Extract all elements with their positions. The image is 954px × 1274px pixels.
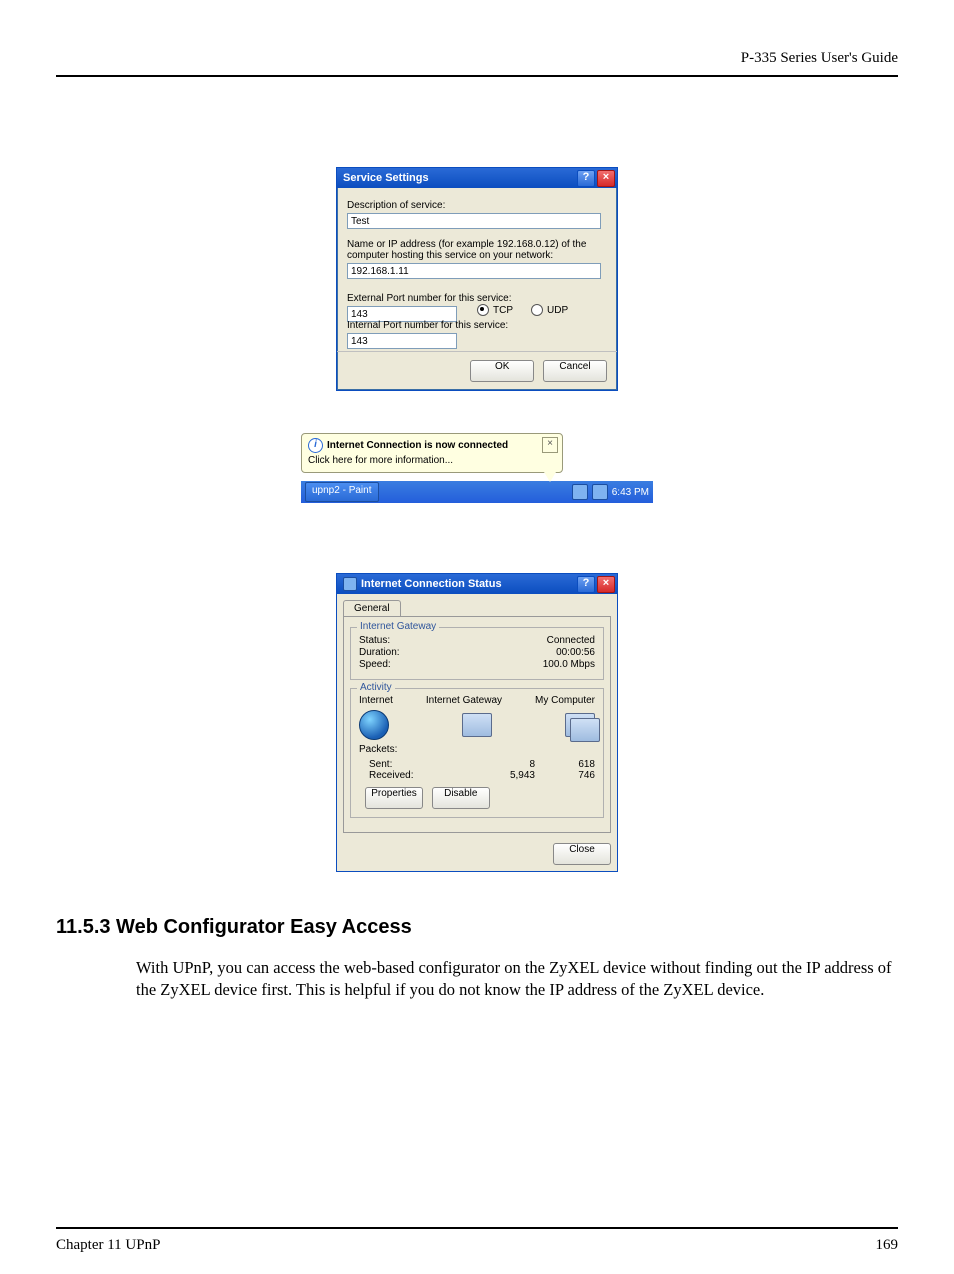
properties-button[interactable]: Properties <box>365 787 423 809</box>
internal-port-label: Internal Port number for this service: <box>347 320 607 331</box>
service-settings-dialog: Service Settings ? × Description of serv… <box>336 167 618 391</box>
system-tray: 6:43 PM <box>572 484 649 500</box>
received-gateway: 5,943 <box>475 770 535 781</box>
gateway-pc-icon <box>462 713 492 737</box>
status-key: Status: <box>359 635 390 646</box>
tray-network-icon[interactable] <box>572 484 588 500</box>
address-label: Name or IP address (for example 192.168.… <box>347 239 607 261</box>
balloon-body: Click here for more information... <box>308 455 556 466</box>
info-icon: i <box>308 438 323 453</box>
connection-status-figure: Internet Connection Status ? × General I… <box>56 573 898 872</box>
taskbar: upnp2 - Paint 6:43 PM <box>301 481 653 503</box>
globe-icon <box>359 710 389 740</box>
general-panel: Internet Gateway Status: Connected Durati… <box>343 616 611 833</box>
udp-radio[interactable] <box>531 304 543 316</box>
internal-port-input[interactable] <box>347 333 457 349</box>
footer-page-number: 169 <box>876 1237 899 1254</box>
sent-gateway: 8 <box>475 759 535 770</box>
dialog-title: Internet Connection Status <box>361 574 502 594</box>
sent-key: Sent: <box>359 759 475 770</box>
connection-status-titlebar: Internet Connection Status ? × <box>337 574 617 594</box>
taskbar-app-button[interactable]: upnp2 - Paint <box>305 482 379 502</box>
gateway-legend: Internet Gateway <box>357 621 439 632</box>
activity-group: Activity Internet Internet Gateway My Co… <box>350 688 604 818</box>
status-value: Connected <box>547 635 595 646</box>
col-mycomputer: My Computer <box>535 695 595 706</box>
duration-value: 00:00:56 <box>556 647 595 658</box>
col-internet: Internet <box>359 695 393 706</box>
udp-label: UDP <box>547 305 568 316</box>
network-icon <box>343 577 357 591</box>
close-icon[interactable]: × <box>597 170 615 187</box>
tray-notification-figure: i Internet Connection is now connected C… <box>56 433 898 503</box>
duration-key: Duration: <box>359 647 400 658</box>
footer-chapter: Chapter 11 UPnP <box>56 1237 160 1254</box>
activity-legend: Activity <box>357 682 395 693</box>
disable-button[interactable]: Disable <box>432 787 490 809</box>
help-icon[interactable]: ? <box>577 170 595 187</box>
description-label: Description of service: <box>347 200 607 211</box>
service-settings-figure: Service Settings ? × Description of serv… <box>56 167 898 391</box>
speed-key: Speed: <box>359 659 391 670</box>
tab-general[interactable]: General <box>343 600 401 616</box>
document-header: P-335 Series User's Guide <box>56 50 898 77</box>
document-footer: Chapter 11 UPnP 169 <box>56 1227 898 1254</box>
balloon-close-icon[interactable]: × <box>542 437 558 453</box>
tcp-label: TCP <box>493 305 513 316</box>
received-key: Received: <box>359 770 475 781</box>
close-button[interactable]: Close <box>553 843 611 865</box>
balloon-title: Internet Connection is now connected <box>327 440 508 451</box>
gateway-group: Internet Gateway Status:Connected Durati… <box>350 627 604 680</box>
col-gateway: Internet Gateway <box>426 695 502 706</box>
tray-connection-icon[interactable] <box>592 484 608 500</box>
cancel-button[interactable]: Cancel <box>543 360 607 382</box>
service-settings-titlebar: Service Settings ? × <box>337 168 617 188</box>
close-icon[interactable]: × <box>597 576 615 593</box>
connection-status-dialog: Internet Connection Status ? × General I… <box>336 573 618 872</box>
dialog-title: Service Settings <box>343 168 429 188</box>
packets-label: Packets: <box>359 744 595 755</box>
help-icon[interactable]: ? <box>577 576 595 593</box>
address-input[interactable] <box>347 263 601 279</box>
speed-value: 100.0 Mbps <box>543 659 595 670</box>
ok-button[interactable]: OK <box>470 360 534 382</box>
mycomputer-icon <box>565 713 595 737</box>
section-paragraph: With UPnP, you can access the web-based … <box>136 957 898 1002</box>
sent-computer: 618 <box>535 759 595 770</box>
external-port-label: External Port number for this service: <box>347 293 607 304</box>
description-input[interactable] <box>347 213 601 229</box>
section-heading: 11.5.3 Web Configurator Easy Access <box>56 916 898 939</box>
received-computer: 746 <box>535 770 595 781</box>
tray-clock: 6:43 PM <box>612 487 649 498</box>
tcp-radio[interactable] <box>477 304 489 316</box>
notification-balloon[interactable]: i Internet Connection is now connected C… <box>301 433 563 473</box>
